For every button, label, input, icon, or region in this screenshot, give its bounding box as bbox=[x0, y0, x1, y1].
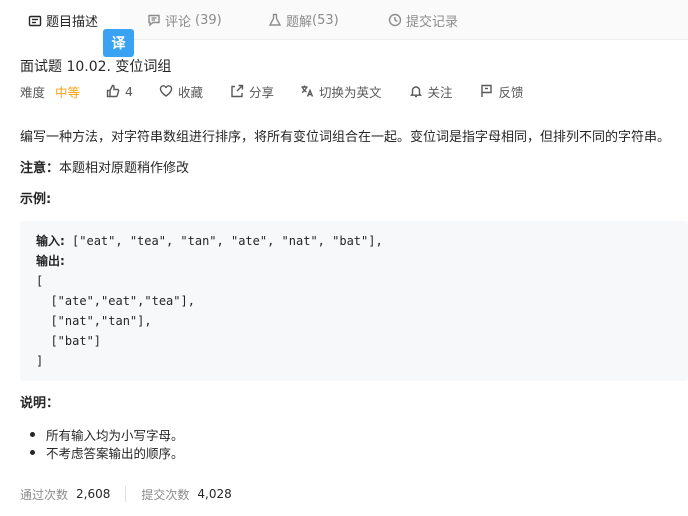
tab-count: (39) bbox=[195, 12, 222, 28]
problem-title: 面试题 10.02. 变位词组 bbox=[20, 59, 172, 75]
share-button[interactable]: 分享 bbox=[230, 82, 274, 101]
list-item-text: 所有输入均为小写字母。 bbox=[46, 427, 184, 443]
tab-count: (53) bbox=[312, 12, 339, 28]
favorite-label: 收藏 bbox=[177, 84, 203, 100]
follow-label: 关注 bbox=[427, 84, 453, 100]
explanation-heading: 说明： bbox=[20, 396, 60, 411]
note: 注意：本题相对原题稍作修改 bbox=[20, 160, 189, 178]
accepted-value: 2,608 bbox=[76, 487, 111, 501]
translate-icon bbox=[301, 85, 314, 97]
history-icon bbox=[388, 13, 402, 27]
follow-button[interactable]: 关注 bbox=[409, 82, 453, 101]
share-icon bbox=[231, 84, 244, 98]
example-input-line: 输入: ["eat", "tea", "tan", "ate", "nat", … bbox=[36, 231, 383, 251]
input-value: ["eat", "tea", "tan", "ate", "nat", "bat… bbox=[64, 234, 383, 248]
tab-comments[interactable]: 评论 (39) bbox=[147, 0, 222, 40]
accepted-label: 通过次数 bbox=[20, 487, 69, 502]
comment-icon bbox=[147, 13, 161, 27]
thumbs-up-icon bbox=[106, 84, 120, 98]
like-count: 4 bbox=[125, 83, 133, 99]
favorite-button[interactable]: 收藏 bbox=[159, 82, 203, 101]
submissions-value: 4,028 bbox=[197, 487, 232, 501]
note-label: 注意： bbox=[20, 161, 60, 176]
output-line: [ bbox=[36, 274, 44, 288]
input-label: 输入: bbox=[36, 234, 65, 248]
example-code-block: 输入: ["eat", "tea", "tan", "ate", "nat", … bbox=[20, 221, 688, 381]
difficulty-label: 难度 bbox=[20, 84, 46, 100]
heart-icon bbox=[159, 85, 173, 97]
tab-submissions[interactable]: 提交记录 bbox=[388, 0, 458, 40]
submissions-label: 提交次数 bbox=[141, 487, 190, 502]
feedback-button[interactable]: 反馈 bbox=[480, 82, 524, 101]
divider bbox=[125, 486, 127, 502]
tab-solutions[interactable]: 题解 (53) bbox=[268, 0, 339, 40]
flag-icon bbox=[480, 84, 492, 97]
bullet-icon bbox=[30, 431, 35, 437]
output-label: 输出: bbox=[36, 254, 65, 268]
flask-icon bbox=[268, 13, 282, 27]
problem-description: 编写一种方法，对字符串数组进行排序，将所有变位词组合在一起。变位词是指字母相同，… bbox=[20, 130, 671, 145]
bell-icon bbox=[409, 86, 422, 98]
problem-meta: 难度 中等 4 收藏 分享 切换为英文 关注 反馈 bbox=[20, 82, 524, 100]
output-line: ["bat"] bbox=[36, 334, 102, 348]
tab-label: 评论 bbox=[165, 14, 192, 30]
note-text: 本题相对原题稍作修改 bbox=[59, 161, 190, 176]
list-item: 所有输入均为小写字母。 bbox=[14, 425, 184, 443]
bullet-icon bbox=[30, 449, 35, 455]
like-button[interactable]: 4 bbox=[106, 84, 133, 99]
output-line: ["nat","tan"], bbox=[36, 314, 152, 328]
difficulty-value: 中等 bbox=[55, 84, 81, 100]
tab-label: 题目描述 bbox=[46, 15, 99, 30]
list-item-text: 不考虑答案输出的顺序。 bbox=[46, 445, 184, 461]
output-line: ["ate","eat","tea"], bbox=[36, 294, 195, 308]
submission-stats: 通过次数 2,608 提交次数 4,028 bbox=[20, 485, 232, 503]
list-item: 不考虑答案输出的顺序。 bbox=[14, 443, 184, 461]
translate-button[interactable]: 译 bbox=[103, 29, 134, 57]
description-icon bbox=[28, 14, 42, 28]
output-line: ] bbox=[36, 354, 44, 368]
tab-label: 题解 bbox=[286, 14, 313, 30]
share-label: 分享 bbox=[249, 84, 275, 100]
feedback-label: 反馈 bbox=[498, 84, 524, 100]
tab-label: 提交记录 bbox=[406, 14, 459, 30]
switch-language-button[interactable]: 切换为英文 bbox=[300, 82, 382, 101]
switch-language-label: 切换为英文 bbox=[319, 84, 382, 100]
tab-description[interactable]: 题目描述 bbox=[0, 0, 120, 41]
example-heading: 示例: bbox=[20, 192, 52, 207]
